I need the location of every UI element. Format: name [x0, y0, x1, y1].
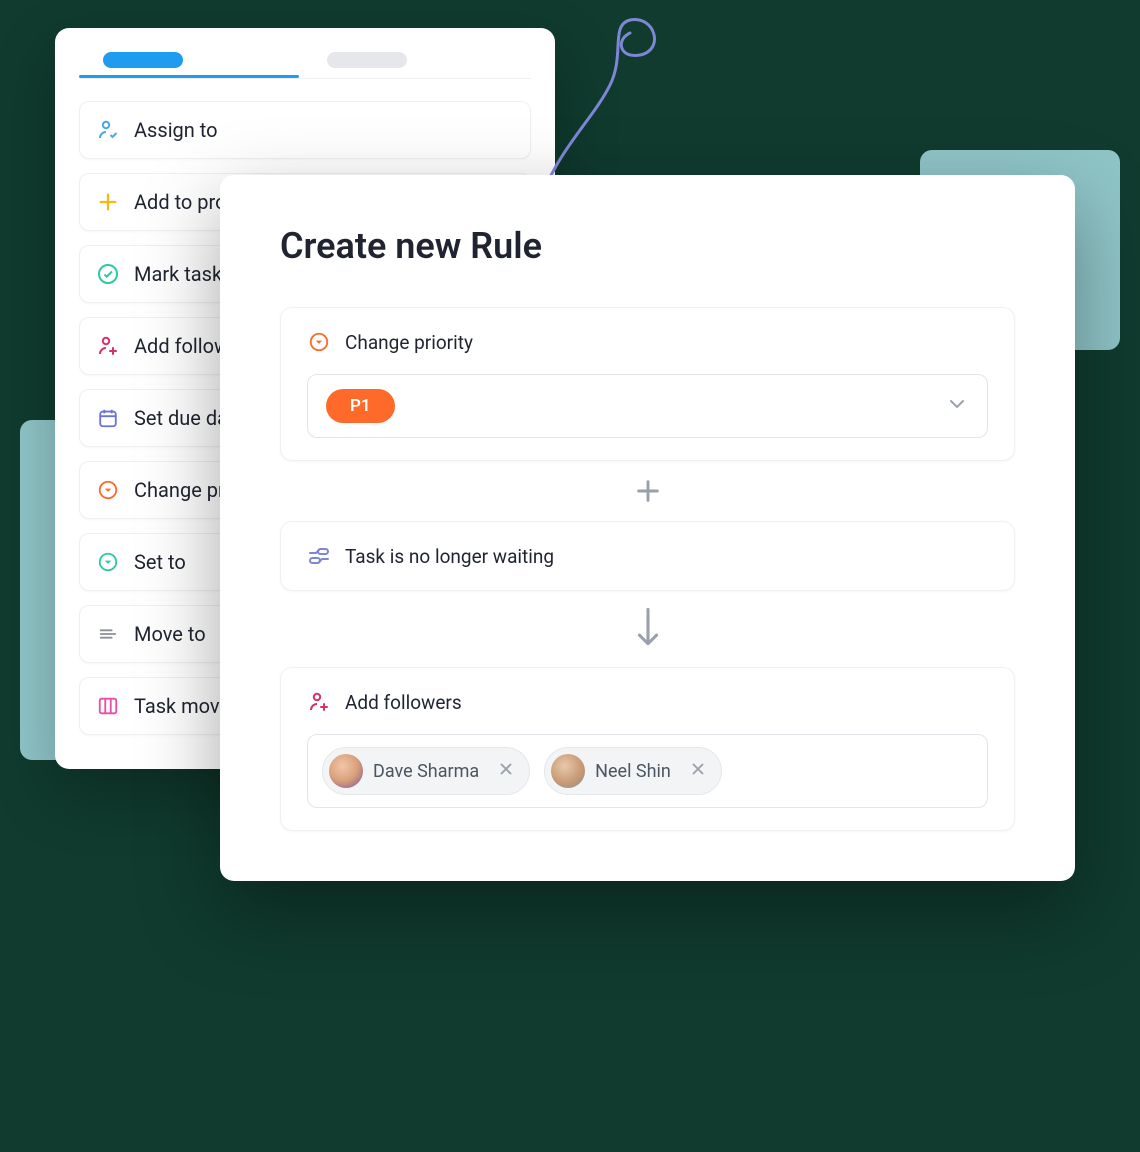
dropdown-circle-icon	[96, 550, 120, 574]
tab-active[interactable]	[103, 52, 183, 68]
remove-chip-button[interactable]	[689, 760, 707, 783]
add-step-button[interactable]	[280, 461, 1015, 521]
rule-step-waiting[interactable]: Task is no longer waiting	[280, 521, 1015, 591]
follower-chip: Neel Shin	[544, 747, 722, 795]
flow-arrow-icon	[280, 591, 1015, 667]
action-label: Set to	[134, 550, 186, 574]
remove-chip-button[interactable]	[497, 760, 515, 783]
rule-step-add-followers: Add followers Dave Sharma Neel Shin	[280, 667, 1015, 831]
calendar-icon	[96, 406, 120, 430]
tab-inactive[interactable]	[327, 52, 407, 68]
priority-select[interactable]: P1	[307, 374, 988, 438]
user-check-icon	[96, 118, 120, 142]
action-assign-to[interactable]: Assign to	[79, 101, 531, 159]
avatar	[551, 754, 585, 788]
create-rule-panel: Create new Rule Change priority P1 Task …	[220, 175, 1075, 881]
divider	[79, 78, 531, 79]
chip-label: Dave Sharma	[373, 761, 479, 782]
action-label: Assign to	[134, 118, 218, 142]
chip-label: Neel Shin	[595, 761, 671, 782]
chevron-down-icon	[945, 392, 969, 420]
panel-title: Create new Rule	[280, 225, 1015, 267]
priority-pill: P1	[326, 389, 395, 423]
rule-header: Change priority	[307, 330, 988, 354]
rule-step-change-priority: Change priority P1	[280, 307, 1015, 461]
check-circle-icon	[96, 262, 120, 286]
followers-input[interactable]: Dave Sharma Neel Shin	[307, 734, 988, 808]
follower-chip: Dave Sharma	[322, 747, 530, 795]
user-plus-icon	[96, 334, 120, 358]
action-label: Move to	[134, 622, 206, 646]
priority-icon	[307, 330, 331, 354]
rule-header: Add followers	[307, 690, 988, 714]
action-label: Mark task	[134, 262, 222, 286]
avatar	[329, 754, 363, 788]
unblock-icon	[307, 544, 331, 568]
tab-bar	[79, 52, 531, 78]
user-plus-icon	[307, 690, 331, 714]
move-icon	[96, 622, 120, 646]
board-icon	[96, 694, 120, 718]
rule-label: Task is no longer waiting	[345, 545, 554, 568]
rule-label: Add followers	[345, 691, 462, 714]
priority-icon	[96, 478, 120, 502]
tab-underline	[79, 75, 299, 78]
rule-label: Change priority	[345, 331, 473, 354]
plus-icon	[96, 190, 120, 214]
